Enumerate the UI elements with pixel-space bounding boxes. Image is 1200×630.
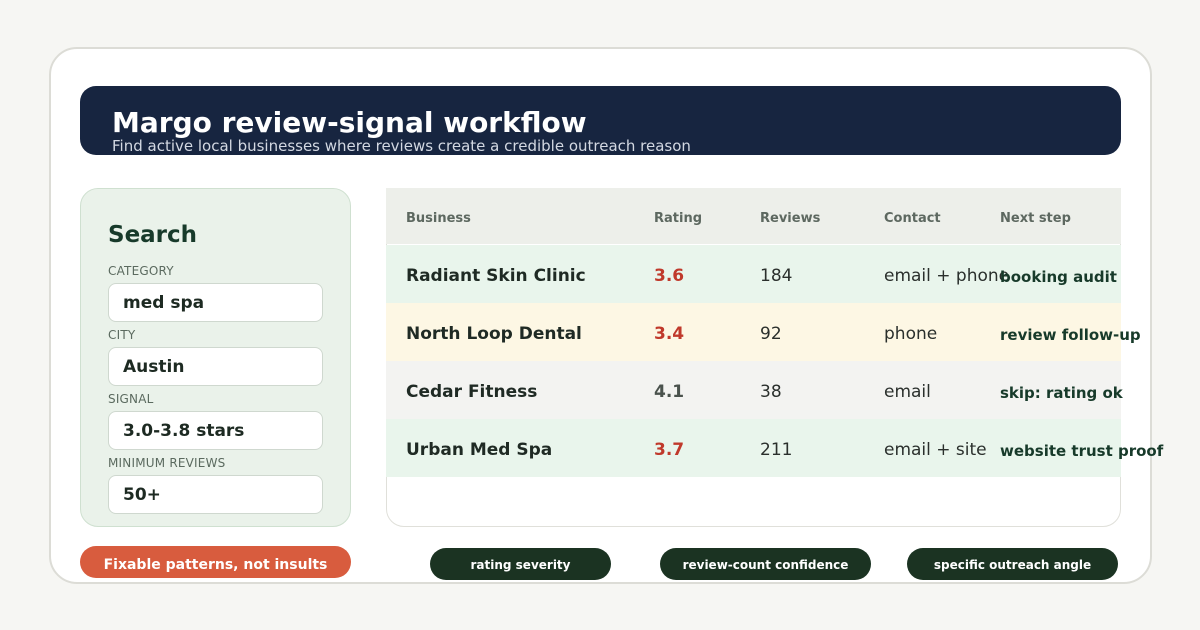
minimum-reviews-field[interactable]: 50+: [108, 475, 323, 514]
signal-label: SIGNAL: [108, 392, 154, 406]
column-header-contact[interactable]: Contact: [884, 211, 941, 227]
contact-method: phone: [884, 324, 938, 344]
tag-rating-severity[interactable]: rating severity: [430, 548, 611, 580]
tag-specific-outreach-angle[interactable]: specific outreach angle: [907, 548, 1118, 580]
contact-method: email + site: [884, 440, 987, 460]
business-name: Urban Med Spa: [406, 440, 553, 460]
business-name: North Loop Dental: [406, 324, 582, 344]
header-banner: Margo review-signal workflow Find active…: [80, 86, 1121, 155]
signal-field[interactable]: 3.0-3.8 stars: [108, 411, 323, 450]
category-field[interactable]: med spa: [108, 283, 323, 322]
page-title: Margo review-signal workflow: [112, 106, 587, 139]
city-field[interactable]: Austin: [108, 347, 323, 386]
review-count: 211: [760, 440, 793, 460]
column-header-rating[interactable]: Rating: [654, 211, 702, 227]
review-count: 38: [760, 382, 782, 402]
next-step-action[interactable]: booking audit: [1000, 267, 1117, 287]
column-header-business[interactable]: Business: [406, 211, 471, 227]
review-count: 92: [760, 324, 782, 344]
category-label: CATEGORY: [108, 264, 174, 278]
next-step-action[interactable]: review follow-up: [1000, 325, 1141, 345]
column-header-reviews[interactable]: Reviews: [760, 211, 820, 227]
minimum-reviews-label: MINIMUM REVIEWS: [108, 456, 226, 470]
search-title: Search: [108, 222, 198, 248]
page-subtitle: Find active local businesses where revie…: [112, 137, 691, 155]
contact-method: email: [884, 382, 931, 402]
tag-review-count-confidence[interactable]: review-count confidence: [660, 548, 871, 580]
contact-method: email + phone: [884, 266, 1010, 286]
business-name: Cedar Fitness: [406, 382, 538, 402]
rating-value: 3.4: [654, 324, 685, 344]
rating-value: 4.1: [654, 382, 685, 402]
next-step-action[interactable]: website trust proof: [1000, 441, 1163, 461]
business-name: Radiant Skin Clinic: [406, 266, 586, 286]
warning-banner: Fixable patterns, not insults: [80, 546, 351, 578]
rating-value: 3.7: [654, 440, 685, 460]
next-step-action[interactable]: skip: rating ok: [1000, 383, 1123, 403]
search-panel: Search CATEGORY med spa CITY Austin SIGN…: [80, 188, 351, 527]
review-count: 184: [760, 266, 793, 286]
city-label: CITY: [108, 328, 136, 342]
column-header-next-step[interactable]: Next step: [1000, 211, 1071, 227]
rating-value: 3.6: [654, 266, 685, 286]
